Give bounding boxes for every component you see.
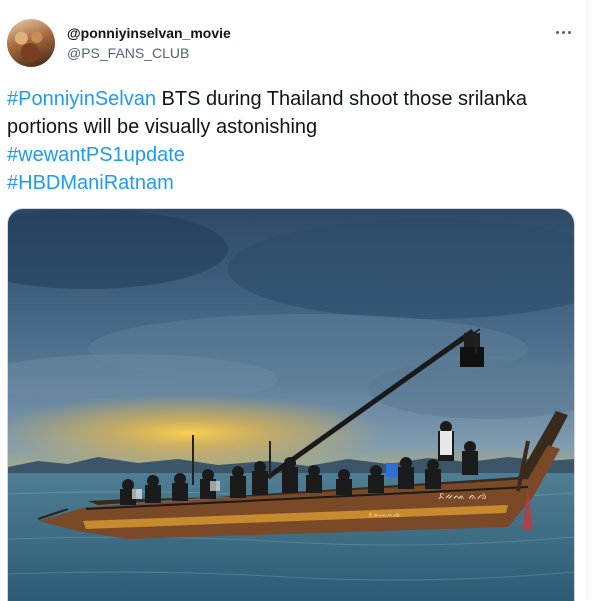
tweet-photo[interactable]: ᨅᨀᨕ ᨊᨌ ᨅᨀᨕᨊᨌ bbox=[7, 208, 575, 601]
boat-lettering-left: ᨅᨀᨕᨊᨌ bbox=[368, 511, 400, 519]
author-display-name[interactable]: @ponniyinselvan_movie bbox=[67, 25, 231, 41]
column-border bbox=[587, 0, 588, 600]
hashtag-ponniyinselvan[interactable]: #PonniyinSelvan bbox=[7, 88, 156, 110]
tweet-header: @ponniyinselvan_movie @PS_FANS_CLUB bbox=[0, 0, 587, 80]
hashtag-hbdmaniratnam[interactable]: #HBDManiRatnam bbox=[7, 172, 174, 194]
author-handle: @PS_FANS_CLUB bbox=[67, 45, 190, 61]
author-avatar[interactable] bbox=[7, 19, 55, 67]
tweet-text: #PonniyinSelvan BTS during Thailand shoo… bbox=[7, 85, 582, 197]
hashtag-wewantps1update[interactable]: #wewantPS1update bbox=[7, 144, 185, 166]
boat-lettering-right: ᨅᨀᨕ ᨊᨌ bbox=[438, 491, 487, 502]
boat-photo-illustration: ᨅᨀᨕ ᨊᨌ ᨅᨀᨕᨊᨌ bbox=[8, 209, 574, 601]
more-options-icon[interactable] bbox=[551, 20, 575, 44]
